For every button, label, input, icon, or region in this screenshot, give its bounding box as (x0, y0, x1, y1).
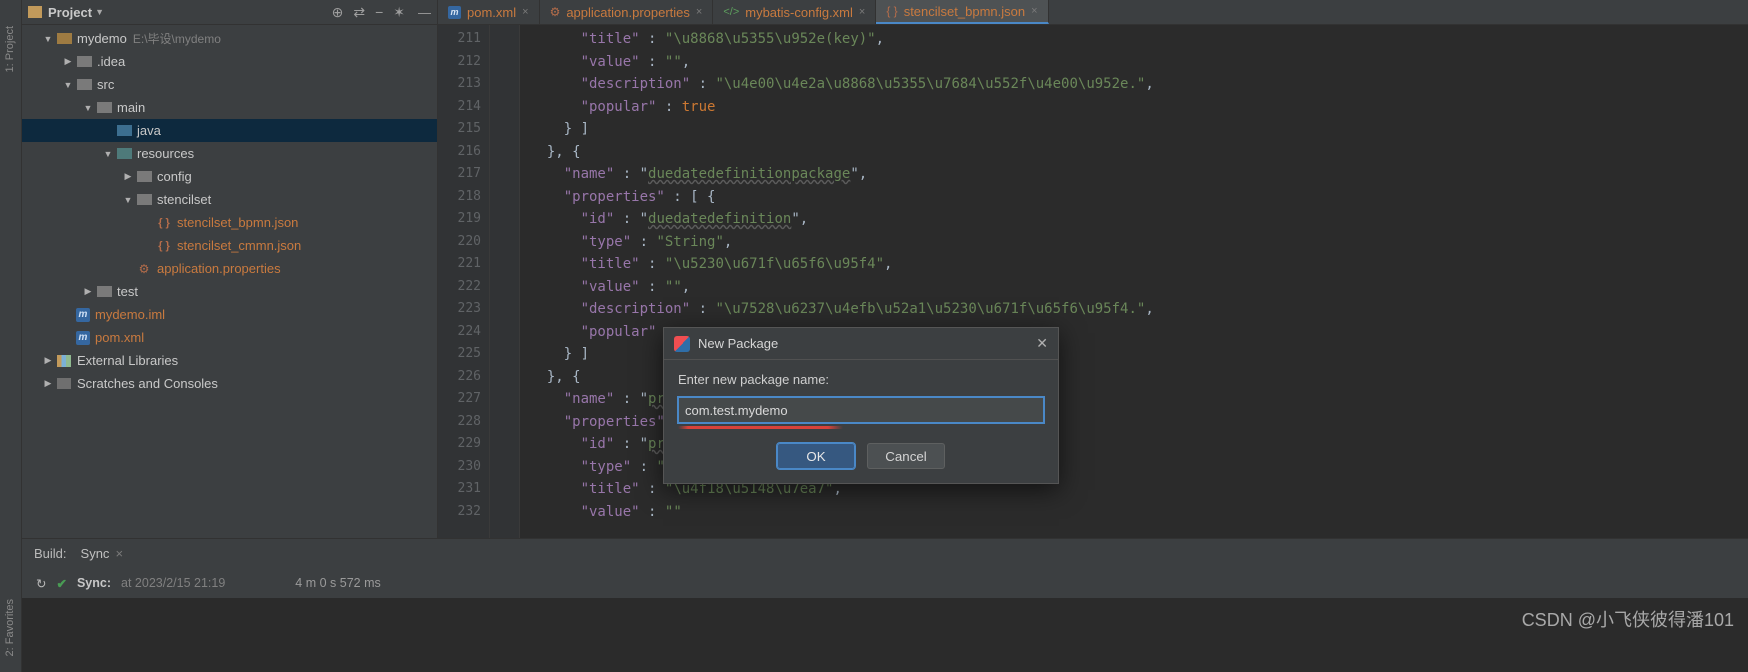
red-underline-annotation (678, 426, 1044, 429)
tree-arrow-icon[interactable]: ▼ (102, 149, 114, 159)
build-label: Build: (34, 546, 67, 561)
ok-button[interactable]: OK (777, 443, 855, 469)
sync-tab-label: Sync (81, 546, 110, 561)
close-icon[interactable]: × (696, 6, 702, 18)
cancel-button[interactable]: Cancel (867, 443, 945, 469)
tree-row[interactable]: ▶ config (22, 165, 437, 188)
project-tree[interactable]: ▼mydemo E:\毕设\mydemo▶.idea▼src▼main▶java… (22, 25, 437, 538)
tree-arrow-icon[interactable]: ▶ (42, 378, 54, 389)
project-panel-title[interactable]: Project (48, 5, 92, 20)
tree-row[interactable]: ▶ Scratches and Consoles (22, 372, 437, 395)
tree-arrow-icon[interactable]: ▶ (62, 56, 74, 67)
new-package-dialog: New Package ✕ Enter new package name: OK… (663, 327, 1059, 484)
tree-label: stencilset_cmmn.json (177, 238, 301, 253)
editor-area: mpom.xml×⚙application.properties×</>myba… (438, 0, 1748, 538)
editor-tab[interactable]: { }stencilset_bpmn.json× (876, 0, 1048, 24)
tree-row[interactable]: ▶ External Libraries (22, 349, 437, 372)
sync-tab[interactable]: Sync × (81, 546, 124, 561)
side-tab-project[interactable]: 1: Project (2, 20, 18, 78)
tree-arrow-icon[interactable]: ▶ (42, 355, 54, 366)
tree-row[interactable]: ▶⚙application.properties (22, 257, 437, 280)
close-icon[interactable]: ✕ (1036, 335, 1048, 352)
dialog-label: Enter new package name: (678, 372, 1044, 387)
editor-tab[interactable]: </>mybatis-config.xml× (713, 0, 876, 24)
build-bar: Build: Sync × (22, 538, 1748, 568)
tree-row[interactable]: ▼ src (22, 73, 437, 96)
tree-label: mydemo (77, 31, 127, 46)
tree-label: java (137, 123, 161, 138)
editor-tabs: mpom.xml×⚙application.properties×</>myba… (438, 0, 1748, 25)
close-icon[interactable]: × (1031, 5, 1037, 17)
tree-row[interactable]: ▼ resources (22, 142, 437, 165)
check-icon: ✔ (56, 576, 66, 591)
watermark: CSDN @小飞侠彼得潘101 (1522, 606, 1734, 632)
left-gutter: 1: Project 2: Favorites (0, 0, 22, 672)
tree-label: External Libraries (77, 353, 178, 368)
fold-gutter (490, 25, 520, 538)
tree-arrow-icon[interactable]: ▼ (42, 34, 54, 44)
tree-label: resources (137, 146, 194, 161)
code-area[interactable]: 211 212 213 214 215 216 217 218 219 220 … (438, 25, 1748, 538)
reload-icon[interactable]: ↻ (36, 576, 46, 591)
tree-label: config (157, 169, 192, 184)
tree-arrow-icon[interactable]: ▶ (82, 286, 94, 297)
tree-label: stencilset (157, 192, 211, 207)
project-icon (28, 6, 42, 18)
gear-icon[interactable]: ✶ (393, 4, 405, 21)
tree-label: stencilset_bpmn.json (177, 215, 298, 230)
project-panel-header: Project ▼ ⊕ ⇄ − ✶ — (22, 0, 437, 25)
tree-arrow-icon[interactable]: ▶ (122, 171, 134, 182)
side-tab-favorites[interactable]: 2: Favorites (2, 593, 18, 662)
tree-label: test (117, 284, 138, 299)
close-icon[interactable]: × (115, 546, 123, 561)
tree-arrow-icon[interactable]: ▼ (62, 80, 74, 90)
tree-row[interactable]: ▶ .idea (22, 50, 437, 73)
tree-arrow-icon[interactable]: ▼ (82, 103, 94, 113)
tree-path: E:\毕设\mydemo (133, 30, 221, 47)
editor-tab[interactable]: ⚙application.properties× (540, 0, 714, 24)
tree-row[interactable]: ▼ stencilset (22, 188, 437, 211)
tree-row[interactable]: ▼ mydemo E:\毕设\mydemo (22, 27, 437, 50)
status-row: ↻ ✔ Sync: at 2023/2/15 21:19 4 m 0 s 572… (22, 568, 1748, 598)
tab-label: stencilset_bpmn.json (904, 4, 1025, 19)
dialog-titlebar: New Package ✕ (664, 328, 1058, 360)
tree-row[interactable]: ▶ test (22, 280, 437, 303)
package-name-input[interactable] (678, 397, 1044, 423)
tree-label: Scratches and Consoles (77, 376, 218, 391)
tree-label: src (97, 77, 114, 92)
editor-tab[interactable]: mpom.xml× (438, 0, 540, 24)
tree-row[interactable]: ▶java (22, 119, 437, 142)
tree-label: .idea (97, 54, 125, 69)
tab-label: application.properties (566, 5, 690, 20)
close-icon[interactable]: × (522, 6, 528, 18)
sync-label: Sync: (77, 576, 111, 590)
tree-row[interactable]: ▶{ }stencilset_bpmn.json (22, 211, 437, 234)
app-icon (674, 336, 690, 352)
hide-panel-icon[interactable]: — (418, 5, 431, 20)
tree-row[interactable]: ▼ main (22, 96, 437, 119)
collapse-icon[interactable]: − (375, 4, 383, 20)
tree-arrow-icon[interactable]: ▼ (122, 195, 134, 205)
line-numbers: 211 212 213 214 215 216 217 218 219 220 … (438, 25, 490, 538)
chevron-down-icon[interactable]: ▼ (95, 7, 104, 17)
project-panel: Project ▼ ⊕ ⇄ − ✶ — ▼ mydemo E:\毕设\mydemo… (22, 0, 438, 538)
tab-label: mybatis-config.xml (745, 5, 853, 20)
sync-duration: 4 m 0 s 572 ms (295, 576, 380, 590)
locate-icon[interactable]: ⊕ (332, 4, 344, 21)
close-icon[interactable]: × (859, 6, 865, 18)
tree-row[interactable]: ▶mpom.xml (22, 326, 437, 349)
tree-label: pom.xml (95, 330, 144, 345)
tree-row[interactable]: ▶mmydemo.iml (22, 303, 437, 326)
tree-label: application.properties (157, 261, 281, 276)
tree-label: mydemo.iml (95, 307, 165, 322)
dialog-title: New Package (698, 336, 778, 351)
tree-label: main (117, 100, 145, 115)
tree-row[interactable]: ▶{ }stencilset_cmmn.json (22, 234, 437, 257)
tab-label: pom.xml (467, 5, 516, 20)
sync-timestamp: at 2023/2/15 21:19 (121, 576, 225, 590)
expand-icon[interactable]: ⇄ (353, 4, 365, 21)
